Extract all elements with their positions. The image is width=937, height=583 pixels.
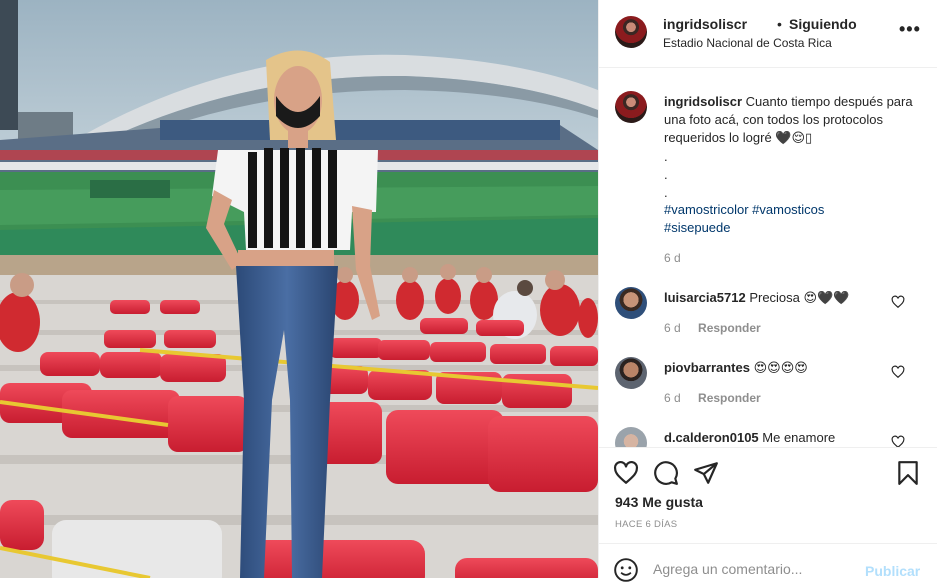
caption-dot: . [664,149,668,164]
save-bookmark-icon[interactable] [895,460,921,486]
stadium-photo-illustration [0,0,598,578]
add-comment-bar: Publicar [599,543,937,582]
comment-input[interactable] [653,561,843,577]
location-link[interactable]: Estadio Nacional de Costa Rica [663,36,832,50]
post-side-panel: ingridsoliscr • Siguiendo Estadio Nacion… [598,0,937,582]
comment-text: 😍😍😍😍 [753,360,808,375]
caption: ingridsoliscr Cuanto tiempo después para… [664,93,914,148]
caption-dots: . . . [664,148,668,203]
post-header: ingridsoliscr • Siguiendo Estadio Nacion… [599,0,937,68]
comment: luisarcia5712 Preciosa 😍🖤🖤 [664,290,849,306]
more-options-icon[interactable]: ••• [899,20,921,38]
comment-meta: 6 d Responder [664,391,761,405]
post-photo[interactable] [0,0,598,578]
comment-time[interactable]: 6 d [664,321,681,335]
instagram-post: ingridsoliscr • Siguiendo Estadio Nacion… [0,0,937,582]
share-send-icon[interactable] [693,460,719,486]
likes-count[interactable]: 943 Me gusta [615,494,703,510]
reply-button[interactable]: Responder [698,321,761,335]
comment-username[interactable]: luisarcia5712 [664,290,746,305]
publish-button[interactable]: Publicar [865,563,920,579]
comment-username[interactable]: d.calderon0105 [664,430,759,445]
comment-time[interactable]: 6 d [664,391,681,405]
avatar[interactable] [615,16,647,48]
like-comment-heart-icon[interactable] [891,435,905,447]
comment: piovbarrantes 😍😍😍😍 [664,360,808,376]
commenter-avatar[interactable] [615,357,647,389]
like-comment-heart-icon[interactable] [891,365,905,379]
like-heart-icon[interactable] [613,460,639,486]
hashtags: #vamostricolor #vamosticos #sisepuede [664,201,904,237]
caption-dot: . [664,185,668,201]
comment-bubble-icon[interactable] [653,460,679,486]
like-comment-heart-icon[interactable] [891,295,905,309]
comment: d.calderon0105 Me enamore [664,430,835,445]
comment-username[interactable]: piovbarrantes [664,360,750,375]
header-separator: • [777,16,782,32]
hashtag-link[interactable]: #sisepuede [664,220,731,235]
caption-avatar[interactable] [615,91,647,123]
comment-meta: 6 d Responder [664,321,761,335]
commenter-avatar[interactable] [615,287,647,319]
emoji-icon[interactable] [613,557,639,583]
following-button[interactable]: Siguiendo [789,16,857,32]
hashtag-link[interactable]: #vamosticos [752,202,824,217]
post-date[interactable]: HACE 6 DÍAS [615,519,677,530]
header-username[interactable]: ingridsoliscr [663,16,747,32]
commenter-avatar[interactable] [615,427,647,447]
comment-text: Me enamore [762,430,836,445]
post-actions: 943 Me gusta HACE 6 DÍAS [599,447,937,543]
hashtag-link[interactable]: #vamostricolor [664,202,749,217]
caption-time[interactable]: 6 d [664,251,681,265]
comments-list[interactable]: ingridsoliscr Cuanto tiempo después para… [599,69,937,447]
reply-button[interactable]: Responder [698,391,761,405]
caption-username[interactable]: ingridsoliscr [664,94,742,109]
comment-text: Preciosa 😍🖤🖤 [749,290,850,305]
caption-dot: . [664,167,668,183]
